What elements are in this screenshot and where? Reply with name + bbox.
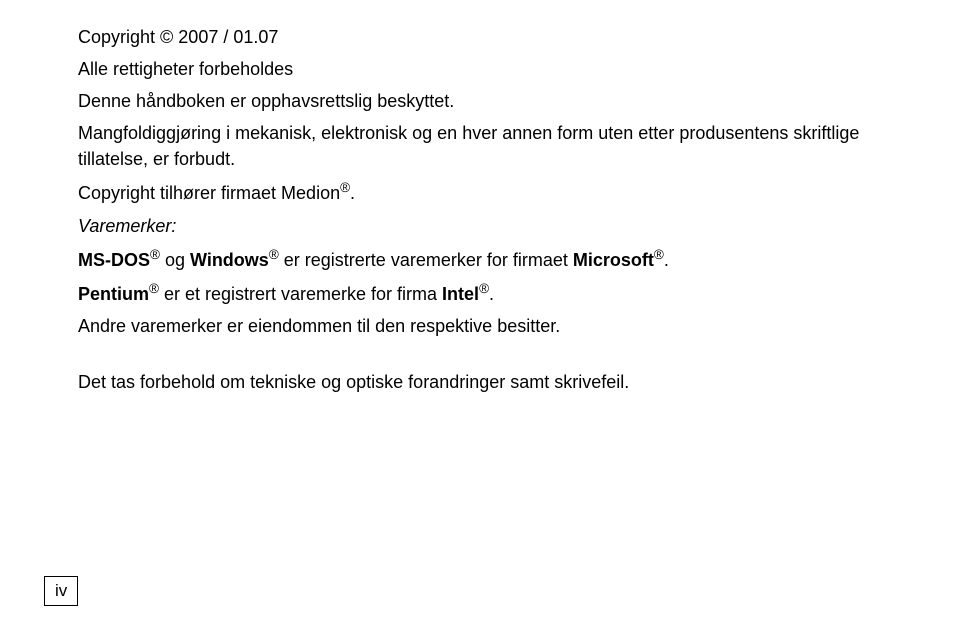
period: .: [489, 284, 494, 304]
pentium-mid-text: er et registrert varemerke for firma: [159, 284, 442, 304]
varemerker-label: Varemerker:: [78, 213, 900, 239]
registered-symbol: ®: [150, 247, 160, 262]
page-number-box: iv: [44, 576, 78, 606]
registered-symbol: ®: [340, 180, 350, 195]
trademark-msdos: MS-DOS: [78, 250, 150, 270]
rights-line: Alle rettigheter forbeholdes: [78, 56, 900, 82]
reg-mid-text: er registrerte varemerker for firmaet: [279, 250, 573, 270]
andre-line: Andre varemerker er eiendommen til den r…: [78, 313, 900, 339]
handbook-line: Denne håndboken er opphavsrettslig besky…: [78, 88, 900, 114]
trademark-pentium: Pentium: [78, 284, 149, 304]
trademark-microsoft: Microsoft: [573, 250, 654, 270]
copyright-firm-line: Copyright tilhører firmaet Medion®.: [78, 178, 900, 206]
period: .: [664, 250, 669, 270]
mangfold-line: Mangfoldiggjøring i mekanisk, elektronis…: [78, 120, 900, 172]
copyright-line: Copyright © 2007 / 01.07: [78, 24, 900, 50]
copyright-firm-prefix: Copyright tilhører firmaet Medion: [78, 183, 340, 203]
copyright-firm-suffix: .: [350, 183, 355, 203]
registered-symbol: ®: [149, 281, 159, 296]
trademark-windows: Windows: [190, 250, 269, 270]
msdos-windows-line: MS-DOS® og Windows® er registrerte varem…: [78, 245, 900, 273]
registered-symbol: ®: [269, 247, 279, 262]
registered-symbol: ®: [479, 281, 489, 296]
pentium-line: Pentium® er et registrert varemerke for …: [78, 279, 900, 307]
registered-symbol: ®: [654, 247, 664, 262]
page-number: iv: [55, 581, 67, 600]
and-word: og: [160, 250, 190, 270]
document-page: Copyright © 2007 / 01.07 Alle rettighete…: [0, 0, 960, 395]
trademark-intel: Intel: [442, 284, 479, 304]
forbehold-line: Det tas forbehold om tekniske og optiske…: [78, 369, 900, 395]
